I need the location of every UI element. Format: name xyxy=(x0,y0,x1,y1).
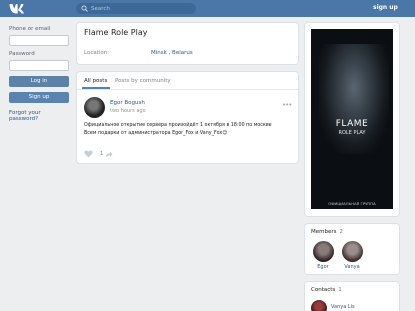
login-panel: Phone or email Password Log in Sign up F… xyxy=(9,26,71,122)
search-icon xyxy=(81,5,88,12)
share-icon[interactable] xyxy=(105,151,113,158)
avatar[interactable] xyxy=(311,300,327,311)
avatar xyxy=(312,241,334,262)
contacts-card: Contacts 1 Vanya Lis xyxy=(305,282,399,311)
posts-tabs: All posts Posts by community xyxy=(77,72,298,90)
avatar xyxy=(341,241,363,262)
more-icon[interactable]: ••• xyxy=(282,101,292,109)
members-title-text: Members xyxy=(311,229,337,235)
contacts-count: 1 xyxy=(338,287,342,293)
phone-input[interactable] xyxy=(9,35,69,46)
location-value[interactable]: Minsk , Belarus xyxy=(151,50,193,56)
post-text-line: Всем подарки от администратора Egor_Fox … xyxy=(84,131,228,136)
forgot-password-link[interactable]: Forgot your password? xyxy=(9,110,71,122)
members-count: 2 xyxy=(339,229,344,235)
signup-button[interactable]: Sign up xyxy=(9,92,69,103)
contact-name[interactable]: Vanya Lis xyxy=(331,304,355,310)
like-count: 1 xyxy=(100,151,104,157)
group-cover-image[interactable]: FLAME ROLE PLAY ОФИЦИАЛЬНАЯ ГРУППА xyxy=(311,29,393,209)
post-author-name[interactable]: Egor Bogush xyxy=(110,100,145,106)
poster-character-image xyxy=(319,44,389,154)
contacts-title[interactable]: Contacts 1 xyxy=(311,287,342,293)
login-button[interactable]: Log in xyxy=(9,76,69,87)
contacts-title-text: Contacts xyxy=(311,287,336,293)
member-name: Vanya xyxy=(344,264,360,270)
password-input[interactable] xyxy=(9,60,69,71)
member-name: Egor xyxy=(317,264,329,270)
tab-all-posts[interactable]: All posts xyxy=(84,78,107,84)
post-timestamp[interactable]: two hours ago xyxy=(110,108,146,114)
search-box[interactable] xyxy=(76,3,196,14)
member-item[interactable]: Vanya xyxy=(340,241,364,270)
member-item[interactable]: Egor xyxy=(311,241,335,270)
group-poster-card: FLAME ROLE PLAY ОФИЦИАЛЬНАЯ ГРУППА xyxy=(305,23,399,216)
search-input[interactable] xyxy=(91,3,191,14)
members-title[interactable]: Members 2 xyxy=(311,229,343,235)
top-header: sign up xyxy=(0,0,415,17)
members-card: Members 2 Egor Vanya xyxy=(305,224,399,274)
posts-card: All posts Posts by community Egor Bogush… xyxy=(77,72,298,163)
location-label: Location: xyxy=(84,50,110,56)
tab-community-posts[interactable]: Posts by community xyxy=(115,78,171,84)
poster-title: FLAME xyxy=(335,119,369,129)
active-tab-underline xyxy=(82,87,110,89)
password-label: Password xyxy=(9,51,35,57)
vk-logo-icon[interactable] xyxy=(9,3,25,14)
post-text-line: Официальное открытие сервера произойдёт … xyxy=(84,123,272,128)
post-author-avatar[interactable] xyxy=(84,97,105,118)
post-text: Официальное открытие сервера произойдёт … xyxy=(84,122,294,138)
heart-icon xyxy=(84,150,93,158)
phone-label: Phone or email xyxy=(9,26,51,32)
poster-subtitle: ROLE PLAY xyxy=(338,130,366,136)
group-title: Flame Role Play xyxy=(84,28,148,37)
poster-caption: ОФИЦИАЛЬНАЯ ГРУППА xyxy=(328,201,376,206)
group-info-card: Flame Role Play Location: Minsk , Belaru… xyxy=(77,23,298,64)
header-signup-link[interactable]: sign up xyxy=(373,4,398,11)
